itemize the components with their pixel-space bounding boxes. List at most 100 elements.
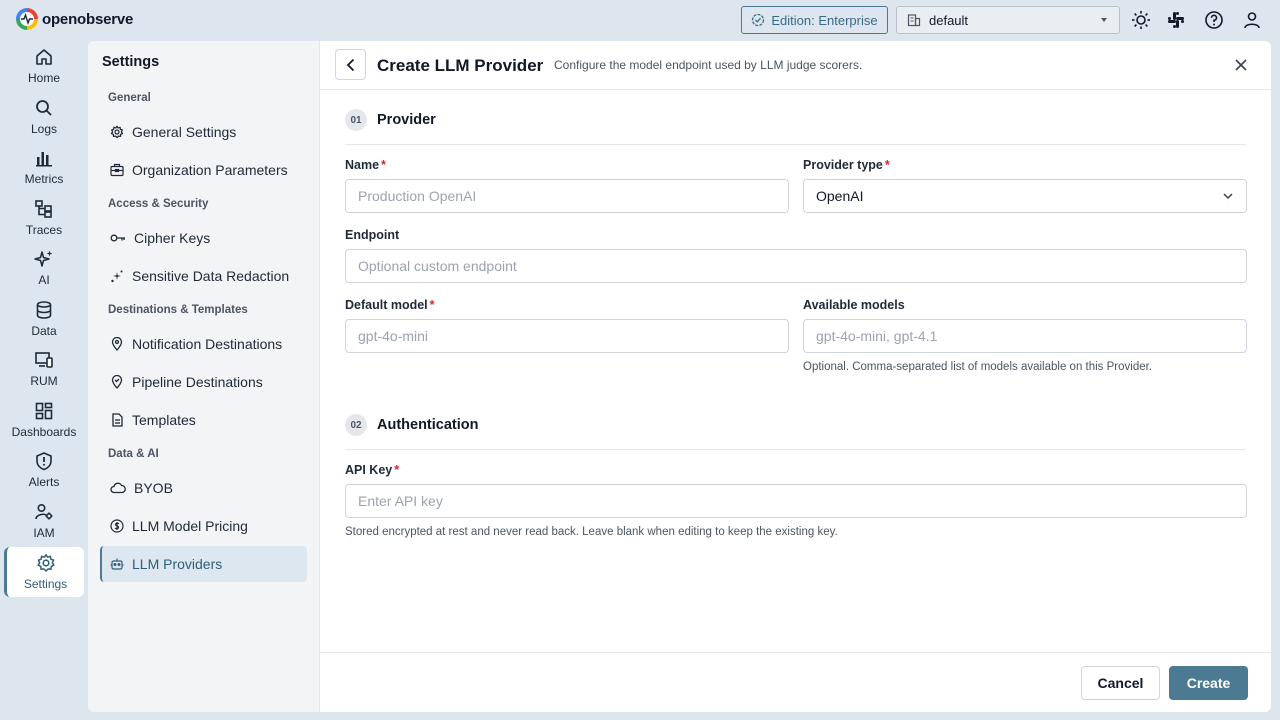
check-badge-icon: [752, 13, 765, 27]
settings-item-label: Templates: [132, 412, 196, 428]
api-key-hint: Stored encrypted at rest and never read …: [345, 526, 838, 538]
settings-item-label: LLM Providers: [132, 556, 223, 572]
nav-label: Logs: [30, 121, 58, 136]
available-models-input[interactable]: [803, 319, 1247, 353]
chevron-left-icon: [346, 58, 354, 71]
nav-item-alerts[interactable]: Alerts: [4, 446, 84, 494]
asterisk-icon: [111, 270, 123, 283]
nav-label: IAM: [33, 525, 55, 540]
create-button[interactable]: Create: [1169, 666, 1248, 700]
settings-item-templates[interactable]: Templates: [100, 402, 307, 438]
dollar-circle-icon: [110, 519, 124, 533]
nav-item-logs[interactable]: Logs: [4, 93, 84, 141]
form-header: Create LLM Provider Configure the model …: [320, 41, 1271, 90]
available-models-label: Available models: [803, 298, 905, 312]
briefcase-settings-icon: [110, 163, 124, 177]
document-icon: [112, 413, 123, 427]
endpoint-label: Endpoint: [345, 228, 400, 242]
theme-toggle-icon[interactable]: [1130, 9, 1152, 31]
logo-mark-icon: [16, 8, 38, 30]
settings-item-label: LLM Model Pricing: [132, 518, 248, 534]
settings-item-general-settings[interactable]: General Settings: [100, 114, 307, 150]
step-authentication-header: 02 Authentication: [345, 414, 1246, 450]
robot-icon: [110, 558, 124, 570]
provider-type-value: OpenAI: [816, 188, 864, 204]
shield-alert-icon: [36, 452, 52, 471]
nav-label: Traces: [25, 222, 63, 237]
settings-item-sensitive-data-redaction[interactable]: Sensitive Data Redaction: [100, 258, 307, 294]
step-provider-header: 01 Provider: [345, 109, 1246, 145]
step-number: 02: [345, 414, 367, 436]
nav-item-data[interactable]: Data: [4, 295, 84, 343]
settings-item-byob[interactable]: BYOB: [100, 470, 307, 506]
settings-item-label: BYOB: [134, 480, 173, 496]
database-icon: [36, 300, 52, 319]
nav-item-ai[interactable]: AI: [4, 244, 84, 292]
edition-badge[interactable]: Edition: Enterprise: [741, 6, 888, 34]
nav-label: Alerts: [28, 475, 60, 489]
name-input[interactable]: [345, 179, 789, 213]
nav-item-settings[interactable]: Settings: [4, 547, 84, 597]
default-model-input[interactable]: [345, 319, 789, 353]
nav-label: Settings: [23, 577, 68, 591]
section-label-general: General: [108, 92, 151, 104]
nav-label: RUM: [30, 374, 58, 388]
top-bar: openobserve Edition: Enterprise default: [0, 0, 1280, 40]
close-button[interactable]: [1234, 58, 1248, 72]
sparkle-icon: [34, 250, 53, 267]
page-subtitle: Configure the model endpoint used by LLM…: [554, 58, 863, 72]
nav-item-traces[interactable]: Traces: [4, 194, 84, 242]
nav-label: AI: [38, 273, 50, 287]
settings-item-llm-model-pricing[interactable]: LLM Model Pricing: [100, 508, 307, 544]
provider-type-select[interactable]: OpenAI: [803, 179, 1247, 213]
nav-item-dashboards[interactable]: Dashboards: [4, 396, 84, 444]
nav-label: Home: [27, 71, 60, 85]
nav-item-iam[interactable]: IAM: [4, 497, 84, 545]
section-label-access-security: Access & Security: [108, 198, 209, 210]
required-asterisk: *: [884, 158, 890, 172]
settings-item-notification-destinations[interactable]: Notification Destinations: [100, 326, 307, 362]
endpoint-input[interactable]: [345, 249, 1247, 283]
default-model-label: Default model *: [345, 298, 435, 312]
required-asterisk: *: [429, 298, 435, 312]
settings-item-cipher-keys[interactable]: Cipher Keys: [100, 220, 307, 256]
nav-item-home[interactable]: Home: [4, 42, 84, 90]
slack-icon[interactable]: [1165, 9, 1187, 31]
required-asterisk: *: [381, 158, 386, 172]
user-icon[interactable]: [1241, 9, 1263, 31]
edition-label: Edition: Enterprise: [771, 12, 878, 28]
pin-check-icon: [111, 375, 123, 389]
back-button[interactable]: [335, 49, 366, 80]
section-label-data-ai: Data & AI: [108, 448, 159, 460]
section-label-destinations-templates: Destinations & Templates: [108, 304, 248, 316]
nav-item-metrics[interactable]: Metrics: [4, 143, 84, 191]
nav-label: Dashboards: [11, 424, 77, 439]
building-icon: [907, 14, 921, 27]
location-pin-icon: [111, 337, 123, 351]
settings-item-label: Notification Destinations: [132, 336, 283, 352]
settings-item-label: Cipher Keys: [134, 230, 211, 246]
name-label: Name *: [345, 158, 386, 172]
settings-item-pipeline-destinations[interactable]: Pipeline Destinations: [100, 364, 307, 400]
nav-item-rum[interactable]: RUM: [4, 345, 84, 393]
settings-item-organization-parameters[interactable]: Organization Parameters: [100, 152, 307, 188]
settings-item-label: Sensitive Data Redaction: [132, 268, 290, 284]
api-key-input[interactable]: [345, 484, 1247, 518]
cancel-button[interactable]: Cancel: [1081, 666, 1160, 700]
settings-item-label: General Settings: [132, 124, 237, 140]
required-asterisk: *: [394, 463, 400, 477]
step-number: 01: [345, 109, 367, 131]
nav-label: Data: [31, 323, 57, 338]
settings-item-llm-providers[interactable]: LLM Providers: [100, 546, 307, 582]
api-key-label: API Key *: [345, 463, 400, 477]
org-select[interactable]: default: [896, 6, 1120, 34]
gear-icon: [36, 554, 55, 572]
devices-icon: [35, 352, 53, 368]
nav-label: Metrics: [24, 172, 64, 186]
traces-icon: [35, 199, 52, 218]
left-nav: Home Logs Metrics Traces AI Data RUM Das…: [4, 42, 86, 600]
logo[interactable]: openobserve: [16, 8, 133, 30]
help-icon[interactable]: [1203, 9, 1225, 31]
settings-title: Settings: [102, 54, 160, 70]
gear-icon: [110, 125, 124, 139]
